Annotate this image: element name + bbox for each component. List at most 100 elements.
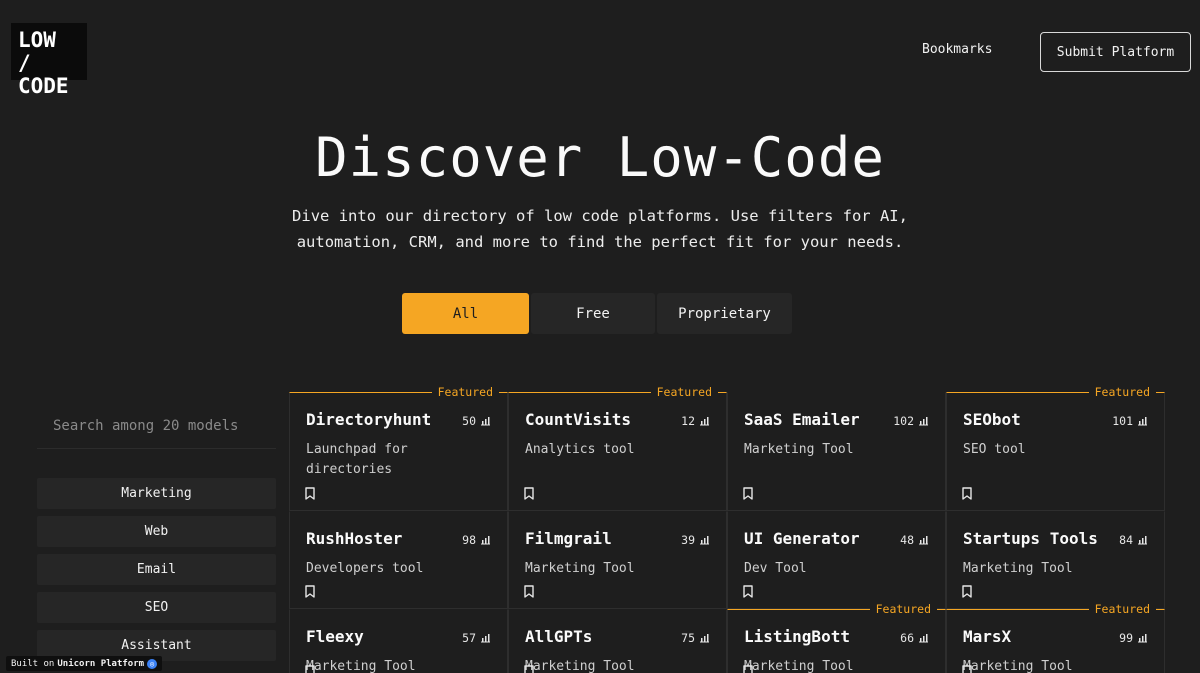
submit-platform-button[interactable]: Submit Platform — [1040, 32, 1191, 72]
platform-card[interactable]: Filmgrail 39 Marketing Tool — [508, 511, 727, 609]
card-description: Developers tool — [306, 561, 424, 576]
chart-icon — [1138, 536, 1147, 545]
built-on-badge[interactable]: Built on Unicorn Platform ◎ — [6, 656, 163, 671]
chart-icon — [700, 536, 709, 545]
card-stat: 101 — [1112, 414, 1148, 428]
card-stat: 99 — [1119, 631, 1148, 645]
card-description: Marketing Tool — [525, 659, 635, 673]
card-count: 98 — [462, 533, 476, 547]
chart-icon — [700, 417, 709, 426]
category-email[interactable]: Email — [37, 554, 276, 585]
pricing-filter-tabs: All Free Proprietary — [402, 293, 792, 334]
card-title: ListingBott — [744, 627, 850, 646]
bookmark-icon[interactable] — [743, 487, 753, 500]
card-stat: 48 — [900, 533, 929, 547]
card-title: UI Generator — [744, 529, 860, 548]
platform-card[interactable]: Featured CountVisits 12 Analytics tool — [508, 385, 727, 511]
hero-subtitle: Dive into our directory of low code plat… — [250, 203, 950, 255]
bookmark-icon[interactable] — [743, 585, 753, 598]
bookmark-icon[interactable] — [524, 585, 534, 598]
card-title: Startups Tools — [963, 529, 1098, 548]
platform-card[interactable]: UI Generator 48 Dev Tool — [727, 511, 946, 609]
chart-icon — [481, 536, 490, 545]
platform-card[interactable]: RushHoster 98 Developers tool — [289, 511, 508, 609]
card-header: Filmgrail 39 — [525, 529, 710, 548]
platform-card[interactable]: SaaS Emailer 102 Marketing Tool — [727, 392, 946, 511]
card-stat: 39 — [681, 533, 710, 547]
card-header: SEObot 101 — [963, 410, 1148, 429]
card-header: RushHoster 98 — [306, 529, 491, 548]
card-header: MarsX 99 — [963, 627, 1148, 646]
bookmark-icon[interactable] — [305, 665, 315, 673]
bookmark-icon[interactable] — [962, 487, 972, 500]
bookmark-icon[interactable] — [962, 585, 972, 598]
badge-platform-name: Unicorn Platform — [57, 658, 145, 669]
hero-subtitle-line-1: Dive into our directory of low code plat… — [292, 207, 908, 225]
platform-card[interactable]: AllGPTs 75 Marketing Tool — [508, 609, 727, 673]
card-description: Marketing Tool — [306, 659, 416, 673]
card-count: 75 — [681, 631, 695, 645]
card-count: 84 — [1119, 533, 1133, 547]
bookmark-icon[interactable] — [305, 585, 315, 598]
platform-card[interactable]: Featured Directoryhunt 50 Launchpad for dir… — [289, 385, 508, 511]
card-count: 99 — [1119, 631, 1133, 645]
card-header: Fleexy 57 — [306, 627, 491, 646]
platform-card[interactable]: Featured ListingBott 66 Marketing Tool — [727, 602, 946, 673]
card-description: Marketing Tool — [744, 442, 854, 457]
card-count: 39 — [681, 533, 695, 547]
bookmark-icon[interactable] — [524, 665, 534, 673]
site-logo[interactable]: LOW / CODE — [11, 23, 87, 98]
platform-grid: Featured Directoryhunt 50 Launchpad for dir… — [289, 385, 1165, 673]
badge-prefix: Built on — [11, 658, 55, 669]
category-list: Marketing Web Email SEO Assistant — [37, 478, 276, 668]
card-title: Directoryhunt — [306, 410, 432, 429]
card-count: 101 — [1112, 414, 1133, 428]
bookmark-icon[interactable] — [524, 487, 534, 500]
platform-card[interactable]: Fleexy 57 Marketing Tool — [289, 609, 508, 673]
unicorn-logo-icon: ◎ — [147, 658, 158, 669]
featured-label: Featured — [431, 385, 499, 399]
search-input[interactable]: Search among 20 models — [37, 403, 276, 449]
card-description: Analytics tool — [525, 442, 635, 457]
card-header: CountVisits 12 — [525, 410, 710, 429]
card-description: Marketing Tool — [744, 659, 854, 673]
chart-icon — [481, 417, 490, 426]
featured-label: Featured — [1088, 602, 1156, 616]
card-title: RushHoster — [306, 529, 403, 548]
card-title: Filmgrail — [525, 529, 612, 548]
chart-icon — [919, 536, 928, 545]
chart-icon — [481, 634, 490, 643]
card-stat: 84 — [1119, 533, 1148, 547]
chart-icon — [919, 417, 928, 426]
card-stat: 98 — [462, 533, 491, 547]
card-count: 50 — [462, 414, 476, 428]
filter-proprietary-button[interactable]: Proprietary — [657, 293, 792, 334]
bookmark-icon[interactable] — [743, 665, 753, 673]
card-stat: 12 — [681, 414, 710, 428]
card-title: SaaS Emailer — [744, 410, 860, 429]
platform-card[interactable]: Featured MarsX 99 Marketing Tool — [946, 602, 1165, 673]
bookmark-icon[interactable] — [305, 487, 315, 500]
card-description: Marketing Tool — [963, 561, 1073, 576]
category-seo[interactable]: SEO — [37, 592, 276, 623]
nav-bookmarks-link[interactable]: Bookmarks — [922, 42, 992, 57]
category-web[interactable]: Web — [37, 516, 276, 547]
filter-all-button[interactable]: All — [402, 293, 529, 334]
category-marketing[interactable]: Marketing — [37, 478, 276, 509]
platform-card[interactable]: Startups Tools 84 Marketing Tool — [946, 511, 1165, 609]
card-header: ListingBott 66 — [744, 627, 929, 646]
featured-label: Featured — [650, 385, 718, 399]
card-description: Launchpad for directories — [306, 442, 408, 477]
card-title: SEObot — [963, 410, 1021, 429]
hero-subtitle-line-2: automation, CRM, and more to find the pe… — [296, 233, 904, 251]
filter-free-button[interactable]: Free — [531, 293, 655, 334]
card-count: 57 — [462, 631, 476, 645]
card-count: 102 — [893, 414, 914, 428]
card-description: Marketing Tool — [963, 659, 1073, 673]
card-title: CountVisits — [525, 410, 631, 429]
card-title: AllGPTs — [525, 627, 593, 646]
featured-label: Featured — [1088, 385, 1156, 399]
platform-card[interactable]: Featured SEObot 101 SEO tool — [946, 385, 1165, 511]
card-description: Marketing Tool — [525, 561, 635, 576]
bookmark-icon[interactable] — [962, 665, 972, 673]
